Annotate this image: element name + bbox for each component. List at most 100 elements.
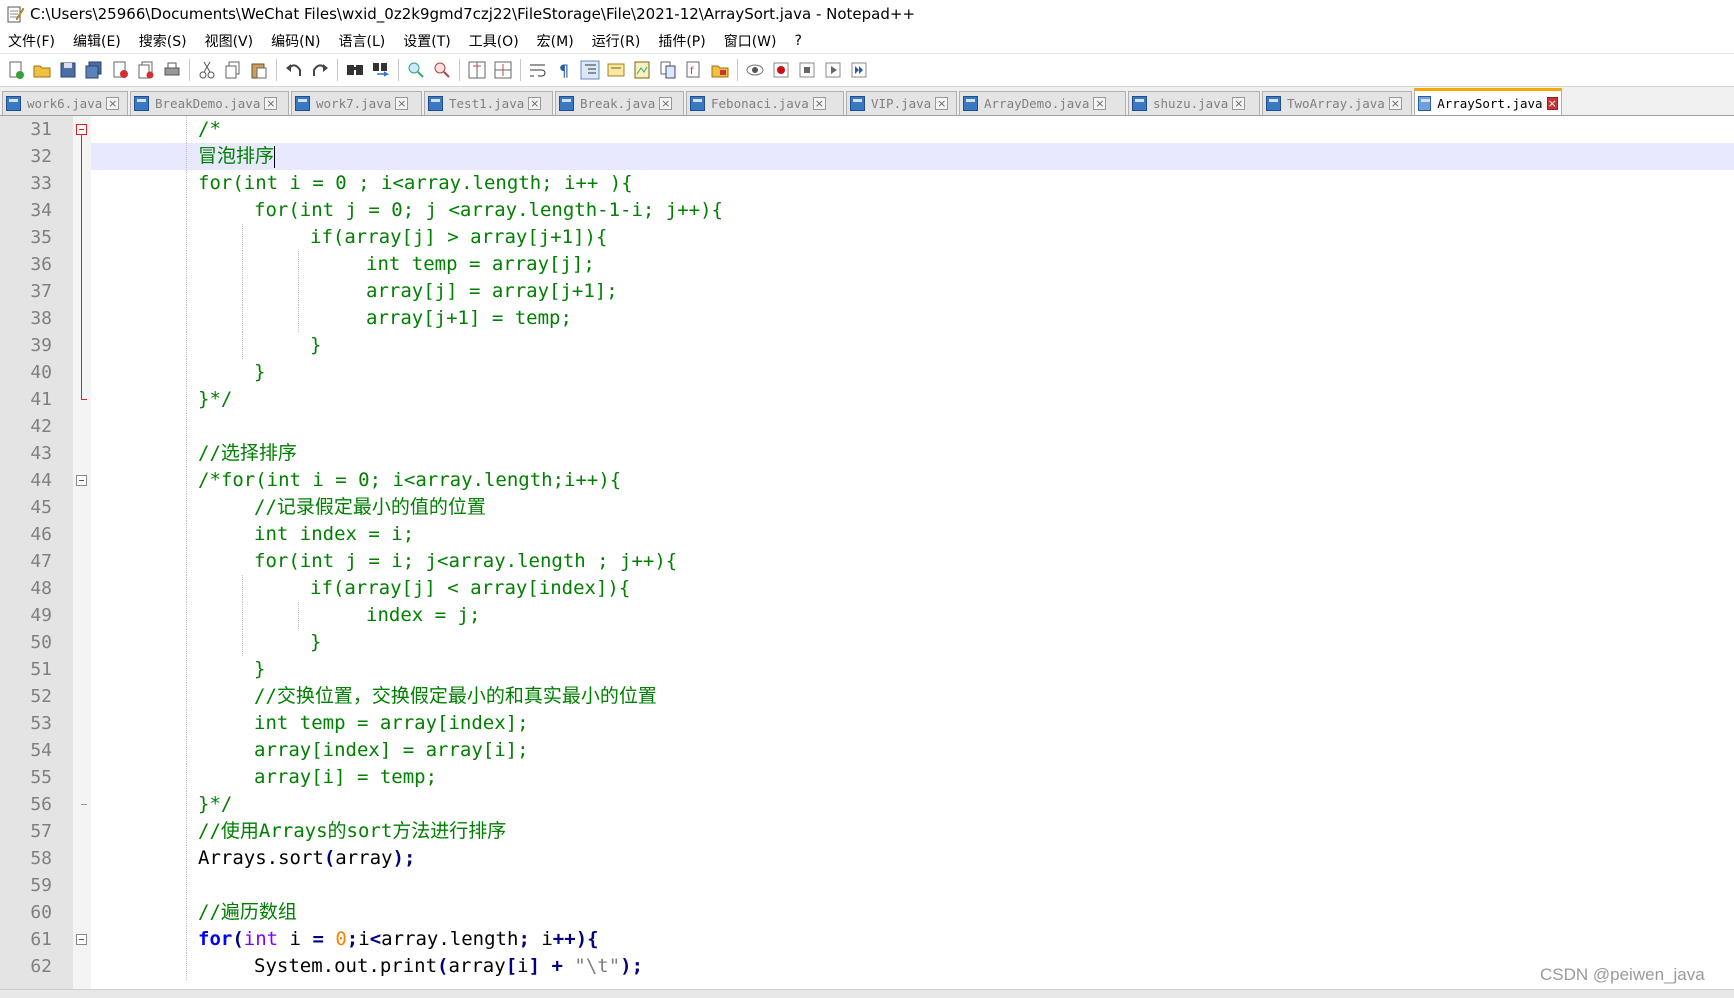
code-line[interactable]: 51} [0,656,1734,683]
indent-guide [186,359,187,386]
code-line[interactable]: 37 array[j] = array[j+1]; [0,278,1734,305]
menu-item[interactable]: ? [786,33,811,49]
code-line[interactable]: 55 array[i] = temp; [0,764,1734,791]
save-macro-icon[interactable] [849,60,869,80]
tab-close-icon[interactable]: × [1388,97,1402,110]
folder-workspace-icon[interactable]: f [684,60,704,80]
code-line[interactable]: 48 if(array[j] < array[index]){ [0,575,1734,602]
tab-close-icon[interactable]: × [659,97,673,110]
replace-icon[interactable] [371,60,391,80]
record-macro-icon[interactable] [745,60,765,80]
code-line[interactable]: 35 if(array[j] > array[j+1]){ [0,224,1734,251]
menu-item[interactable]: 运行(R) [583,31,650,51]
menu-item[interactable]: 宏(M) [528,31,583,51]
tab-close-icon[interactable]: × [395,97,409,110]
run-macro-multiple-icon[interactable] [823,60,843,80]
save-all-icon[interactable] [84,60,104,80]
menu-item[interactable]: 插件(P) [649,31,714,51]
code-line[interactable]: 36 int temp = array[j]; [0,251,1734,278]
indent-guide-icon[interactable] [580,60,600,80]
tab-breakdemo-java[interactable]: BreakDemo.java × [130,91,289,115]
menu-item[interactable]: 窗口(W) [715,31,786,51]
code-line[interactable]: 52 //交换位置，交换假定最小的和真实最小的位置 [0,683,1734,710]
tab-arraysort-java[interactable]: ArraySort.java × [1414,88,1562,115]
new-file-icon[interactable] [6,60,26,80]
code-line[interactable]: 47 for(int j = i; j<array.length ; j++){ [0,548,1734,575]
editor[interactable]: 31 /* 32 冒泡排序 33 for(int i = 0 ; i<array.leng… [0,116,1734,989]
tab-close-icon[interactable]: × [106,97,120,110]
redo-icon[interactable] [310,60,330,80]
code-line[interactable]: 41}*/ [0,386,1734,413]
code-line[interactable]: 45 //记录假定最小的值的位置 [0,494,1734,521]
doc-map-icon[interactable] [632,60,652,80]
code-line[interactable]: 46 int index = i; [0,521,1734,548]
code-line[interactable]: 42 [0,413,1734,440]
open-file-icon[interactable] [32,60,52,80]
show-all-chars-icon[interactable]: ¶ [554,60,574,80]
tab-febonaci-java[interactable]: Febonaci.java × [686,91,844,115]
monitor-icon[interactable] [710,60,730,80]
zoom-in-icon[interactable] [406,60,426,80]
tab-twoarray-java[interactable]: TwoArray.java × [1262,91,1412,115]
save-icon[interactable] [58,60,78,80]
menu-item[interactable]: 语言(L) [330,31,395,51]
code-line[interactable]: 49 index = j; [0,602,1734,629]
zoom-out-icon[interactable] [432,60,452,80]
paste-icon[interactable] [249,60,269,80]
code-line[interactable]: 33 for(int i = 0 ; i<array.length; i++ ){ [0,170,1734,197]
code-line[interactable]: 54 array[index] = array[i]; [0,737,1734,764]
tab-close-icon[interactable]: × [264,97,278,110]
sync-vertical-icon[interactable] [467,60,487,80]
tab-shuzu-java[interactable]: shuzu.java × [1128,91,1260,115]
code-line[interactable]: 44 /*for(int i = 0; i<array.length;i++){ [0,467,1734,494]
code-line[interactable]: 59 [0,872,1734,899]
code-line[interactable]: 60 //遍历数组 [0,899,1734,926]
code-line[interactable]: 62 System.out.print(array[i] + "\t"); [0,953,1734,980]
code-line[interactable]: 53 int temp = array[index]; [0,710,1734,737]
code-line[interactable]: 34 for(int j = 0; j <array.length-1-i; j+… [0,197,1734,224]
find-icon[interactable] [345,60,365,80]
menu-item[interactable]: 搜索(S) [130,31,196,51]
code-line[interactable]: 31 /* [0,116,1734,143]
close-all-icon[interactable] [136,60,156,80]
menu-item[interactable]: 编辑(E) [64,31,130,51]
sync-horizontal-icon[interactable] [493,60,513,80]
undo-icon[interactable] [284,60,304,80]
code-line[interactable]: 57 //使用Arrays的sort方法进行排序 [0,818,1734,845]
lang-define-icon[interactable] [606,60,626,80]
menu-item[interactable]: 工具(O) [460,31,528,51]
code-line[interactable]: 32 冒泡排序 [0,143,1734,170]
stop-record-icon[interactable] [771,60,791,80]
menu-item[interactable]: 视图(V) [196,31,263,51]
tab-vip-java[interactable]: VIP.java × [846,91,957,115]
tab-close-icon[interactable]: × [528,97,542,110]
menu-item[interactable]: 编码(N) [262,31,329,51]
tab-break-java[interactable]: Break.java × [555,91,684,115]
tab-close-icon[interactable]: × [812,97,826,110]
tab-close-icon[interactable]: × [1093,97,1107,110]
tab-work6-java[interactable]: work6.java × [2,91,128,115]
code-line[interactable]: 39} [0,332,1734,359]
play-macro-icon[interactable] [797,60,817,80]
tab-close-icon[interactable]: × [1232,97,1246,110]
code-line[interactable]: 50} [0,629,1734,656]
code-line[interactable]: 58 Arrays.sort(array); [0,845,1734,872]
copy-icon[interactable] [223,60,243,80]
code-line[interactable]: 56}*/ [0,791,1734,818]
tab-arraydemo-java[interactable]: ArrayDemo.java × [959,91,1126,115]
menu-item[interactable]: 文件(F) [0,31,64,51]
tab-close-icon[interactable]: × [1546,96,1558,110]
print-icon[interactable] [162,60,182,80]
function-list-icon[interactable] [658,60,678,80]
word-wrap-icon[interactable] [528,60,548,80]
tab-work7-java[interactable]: work7.java × [291,91,422,115]
tab-test1-java[interactable]: Test1.java × [424,91,553,115]
tab-close-icon[interactable]: × [935,97,949,110]
code-line[interactable]: 61 for(int i = 0;i<array.length; i++){ [0,926,1734,953]
menu-item[interactable]: 设置(T) [394,31,459,51]
code-line[interactable]: 40} [0,359,1734,386]
close-icon[interactable] [110,60,130,80]
cut-icon[interactable] [197,60,217,80]
code-line[interactable]: 43 //选择排序 [0,440,1734,467]
code-line[interactable]: 38 array[j+1] = temp; [0,305,1734,332]
